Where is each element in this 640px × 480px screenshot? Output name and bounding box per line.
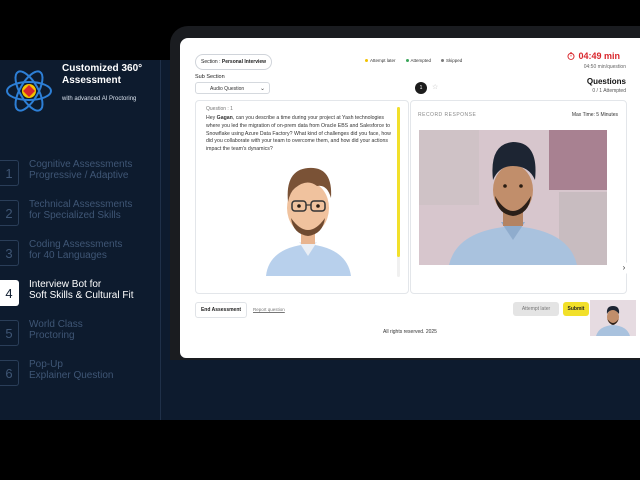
attempt-later-button[interactable]: Attempt later [513,302,559,316]
question-text-body: , can you describe a time during your pr… [206,115,391,153]
question-text-start: Hey [206,115,217,121]
menu-label: Coding Assessments for 40 Languages [29,239,123,261]
menu-number: 1 [0,160,19,186]
menu-item-interview-bot[interactable]: 4 Interview Bot for Soft Skills & Cultur… [0,272,160,312]
question-text: Hey Gagan, can you describe a time durin… [206,115,396,154]
max-time: Max Time: 5 Minutes [571,112,618,118]
interviewer-avatar [266,167,351,276]
star-icon[interactable]: ☆ [432,83,438,91]
copyright: All rights reserved. 2025 [383,329,437,335]
dot-icon [405,59,409,63]
menu-label: Pop-Up Explainer Question [29,359,114,381]
sidebar-divider [160,60,161,420]
legend-label: Attempt later [370,58,396,63]
question-label: Question : 1 [206,106,233,112]
section-pill: Section : Personal Interview [195,54,273,70]
candidate-name: Gagan [216,115,233,121]
dot-icon [365,59,368,63]
dot-icon [441,59,445,63]
menu-item-proctoring[interactable]: 5 World Class Proctoring [0,312,160,352]
questions-title: Questions [586,77,626,86]
scroll-thumb[interactable] [397,107,400,257]
chevron-down-icon: ⌄ [259,86,265,92]
question-number-button[interactable]: 1 [415,82,427,94]
questions-progress: 0 / 1 Attempted [592,88,626,94]
subsection-label: Sub Section [195,74,225,80]
menu-label: Technical Assessments for Specialized Sk… [29,199,133,221]
subsection-value: Audio Question [210,86,245,92]
section-value: Personal Interview [221,59,267,65]
record-response-card: Record Response Max Time: 5 Minutes [410,100,627,294]
legend-label: Attempted [410,58,432,63]
menu-item-coding[interactable]: 3 Coding Assessments for 40 Languages [0,232,160,272]
stopwatch-icon [567,52,575,60]
status-legend: Attempt later Attempted Skipped [365,58,462,63]
menu-number: 5 [0,320,19,346]
menu-number: 4 [0,280,19,306]
legend-skipped: Skipped [441,58,462,63]
legend-label: Skipped [446,58,463,63]
question-card: Question : 1 Hey Gagan, can you describe… [195,100,409,294]
section-prefix: Section : [201,59,222,65]
menu-label: Cognitive Assessments Progressive / Adap… [29,159,133,181]
submit-button[interactable]: Submit [563,302,589,316]
menu-item-popup[interactable]: 6 Pop-Up Explainer Question [0,352,160,392]
atom-logo-icon [6,70,52,112]
report-question-link[interactable]: Report question [253,307,285,312]
brand-subtitle: with advanced AI Proctoring [62,96,137,102]
question-scrollbar[interactable] [397,107,400,277]
feature-menu: 1 Cognitive Assessments Progressive / Ad… [0,152,160,392]
next-arrow-icon[interactable]: › [618,262,630,274]
timer-per-question: 04:50 min/question [583,64,626,70]
end-assessment-button[interactable]: End Assessment [195,302,247,318]
menu-number: 2 [0,200,19,226]
menu-label: Interview Bot for Soft Skills & Cultural… [29,279,134,301]
assessment-screen: Section : Personal Interview Attempt lat… [180,38,640,358]
subsection-dropdown[interactable]: Audio Question ⌄ [195,82,270,94]
brand-title: Customized 360° Assessment [62,63,143,86]
menu-number: 3 [0,240,19,266]
footer-bar: End Assessment Report question Attempt l… [180,293,640,323]
record-label: Record Response [418,112,477,118]
menu-label: World Class Proctoring [29,319,83,341]
candidate-camera-feed [419,130,607,265]
timer: 04:49 min [567,51,620,61]
menu-item-technical[interactable]: 2 Technical Assessments for Specialized … [0,192,160,232]
timer-value: 04:49 min [578,51,620,61]
menu-item-cognitive[interactable]: 1 Cognitive Assessments Progressive / Ad… [0,152,160,192]
legend-attempt-later: Attempt later [365,58,396,63]
menu-number: 6 [0,360,19,386]
legend-attempted: Attempted [405,58,432,63]
